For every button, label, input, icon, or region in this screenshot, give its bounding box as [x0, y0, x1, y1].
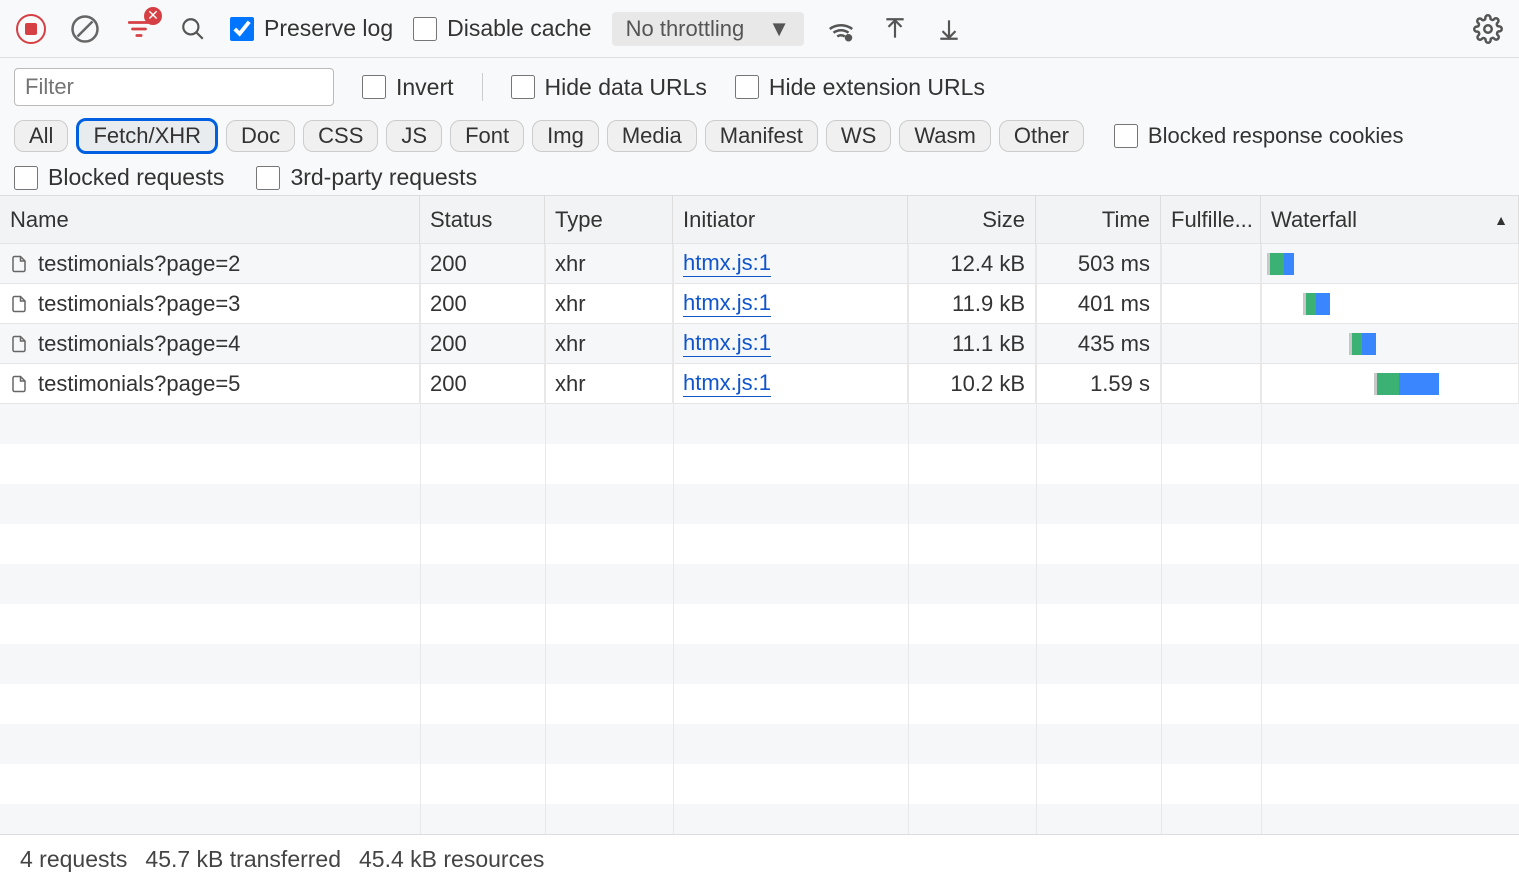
request-status: 200 — [420, 364, 545, 404]
waterfall-cell — [1261, 364, 1519, 404]
network-toolbar: ✕ Preserve log Disable cache No throttli… — [0, 0, 1519, 58]
waterfall-cell — [1261, 244, 1519, 284]
request-row[interactable]: testimonials?page=3 200 xhr htmx.js:1 11… — [0, 284, 1519, 324]
filter-input[interactable] — [14, 68, 334, 106]
table-header: Name Status Type Initiator Size Time Ful… — [0, 196, 1519, 244]
type-chip-ws[interactable]: WS — [826, 120, 891, 152]
request-time: 503 ms — [1036, 244, 1161, 284]
request-type: xhr — [545, 284, 673, 324]
requests-table: Name Status Type Initiator Size Time Ful… — [0, 196, 1519, 834]
record-button[interactable] — [14, 12, 48, 46]
download-har-icon[interactable] — [932, 12, 966, 46]
blocked-cookies-checkbox[interactable]: Blocked response cookies — [1114, 123, 1404, 149]
type-chip-fetch-xhr[interactable]: Fetch/XHR — [76, 118, 218, 154]
initiator-link[interactable]: htmx.js:1 — [683, 370, 771, 397]
request-name: testimonials?page=3 — [38, 291, 240, 317]
type-chip-js[interactable]: JS — [386, 120, 442, 152]
request-fulfilled — [1161, 244, 1261, 284]
type-chip-img[interactable]: Img — [532, 120, 599, 152]
initiator-link[interactable]: htmx.js:1 — [683, 250, 771, 277]
preserve-log-checkbox[interactable]: Preserve log — [230, 15, 393, 42]
table-body: testimonials?page=2 200 xhr htmx.js:1 12… — [0, 244, 1519, 834]
status-bar: 4 requests 45.7 kB transferred 45.4 kB r… — [0, 834, 1519, 884]
type-chip-media[interactable]: Media — [607, 120, 697, 152]
status-resources: 45.4 kB resources — [359, 846, 544, 873]
request-time: 435 ms — [1036, 324, 1161, 364]
col-initiator[interactable]: Initiator — [673, 196, 908, 244]
hide-data-urls-checkbox[interactable]: Hide data URLs — [511, 74, 707, 101]
request-size: 12.4 kB — [908, 244, 1036, 284]
request-time: 401 ms — [1036, 284, 1161, 324]
disable-cache-checkbox[interactable]: Disable cache — [413, 15, 591, 42]
type-chip-other[interactable]: Other — [999, 120, 1084, 152]
settings-icon[interactable] — [1471, 12, 1505, 46]
col-waterfall[interactable]: Waterfall ▲ — [1261, 196, 1519, 244]
request-row[interactable]: testimonials?page=4 200 xhr htmx.js:1 11… — [0, 324, 1519, 364]
type-chip-all[interactable]: All — [14, 120, 68, 152]
hide-extension-urls-checkbox[interactable]: Hide extension URLs — [735, 74, 985, 101]
col-time: Time — [1036, 196, 1161, 244]
col-status[interactable]: Status — [420, 196, 545, 244]
throttling-select[interactable]: No throttling ▼ — [612, 12, 804, 46]
third-party-checkbox[interactable]: 3rd-party requests — [256, 164, 477, 191]
chevron-down-icon: ▼ — [768, 16, 790, 42]
col-size: Size — [908, 196, 1036, 244]
request-type-filters: AllFetch/XHRDocCSSJSFontImgMediaManifest… — [14, 118, 1505, 154]
type-chip-css[interactable]: CSS — [303, 120, 378, 152]
request-name: testimonials?page=2 — [38, 251, 240, 277]
request-fulfilled — [1161, 324, 1261, 364]
col-name[interactable]: Name — [0, 196, 420, 244]
status-transferred: 45.7 kB transferred — [145, 846, 341, 873]
waterfall-cell — [1261, 284, 1519, 324]
status-requests: 4 requests — [20, 846, 127, 873]
sort-asc-icon: ▲ — [1494, 212, 1508, 228]
upload-har-icon[interactable] — [878, 12, 912, 46]
request-name: testimonials?page=5 — [38, 371, 240, 397]
request-fulfilled — [1161, 284, 1261, 324]
request-type: xhr — [545, 244, 673, 284]
request-status: 200 — [420, 324, 545, 364]
file-icon — [10, 373, 28, 395]
type-chip-font[interactable]: Font — [450, 120, 524, 152]
network-conditions-icon[interactable] — [824, 12, 858, 46]
request-type: xhr — [545, 324, 673, 364]
initiator-link[interactable]: htmx.js:1 — [683, 290, 771, 317]
filter-bar: Invert Hide data URLs Hide extension URL… — [0, 58, 1519, 196]
request-time: 1.59 s — [1036, 364, 1161, 404]
request-status: 200 — [420, 284, 545, 324]
filter-active-badge: ✕ — [144, 7, 162, 25]
request-type: xhr — [545, 364, 673, 404]
waterfall-cell — [1261, 324, 1519, 364]
filter-toggle-button[interactable]: ✕ — [122, 12, 156, 46]
type-chip-wasm[interactable]: Wasm — [899, 120, 991, 152]
request-fulfilled — [1161, 364, 1261, 404]
request-status: 200 — [420, 244, 545, 284]
request-size: 11.9 kB — [908, 284, 1036, 324]
file-icon — [10, 293, 28, 315]
clear-button[interactable] — [68, 12, 102, 46]
invert-checkbox[interactable]: Invert — [362, 74, 454, 101]
request-row[interactable]: testimonials?page=5 200 xhr htmx.js:1 10… — [0, 364, 1519, 404]
type-chip-doc[interactable]: Doc — [226, 120, 295, 152]
col-type[interactable]: Type — [545, 196, 673, 244]
search-button[interactable] — [176, 12, 210, 46]
file-icon — [10, 333, 28, 355]
request-size: 11.1 kB — [908, 324, 1036, 364]
blocked-requests-checkbox[interactable]: Blocked requests — [14, 164, 224, 191]
divider — [482, 73, 483, 101]
request-size: 10.2 kB — [908, 364, 1036, 404]
request-name: testimonials?page=4 — [38, 331, 240, 357]
request-row[interactable]: testimonials?page=2 200 xhr htmx.js:1 12… — [0, 244, 1519, 284]
initiator-link[interactable]: htmx.js:1 — [683, 330, 771, 357]
file-icon — [10, 253, 28, 275]
col-fulfilled[interactable]: Fulfille... — [1161, 196, 1261, 244]
type-chip-manifest[interactable]: Manifest — [705, 120, 818, 152]
